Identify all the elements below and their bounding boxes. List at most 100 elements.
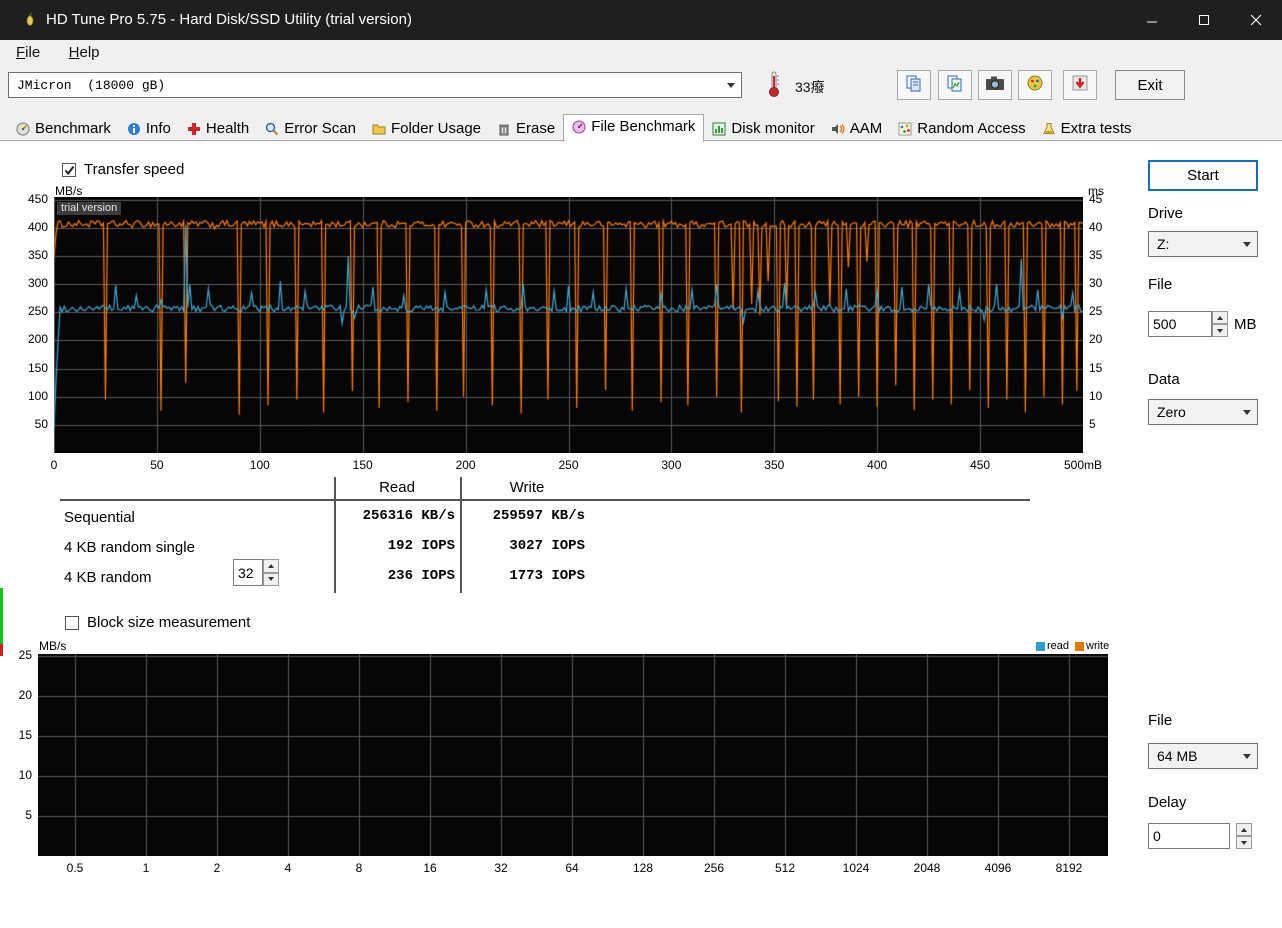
axis-tick-label: 300	[661, 458, 682, 472]
axis-tick-label: 100	[27, 388, 48, 403]
block-file-value: 64 MB	[1157, 748, 1198, 764]
tab-folder-usage[interactable]: Folder Usage	[364, 117, 489, 141]
transfer-speed-chart	[54, 197, 1083, 453]
start-button[interactable]: Start	[1148, 160, 1258, 191]
axis-tick-label: 4	[284, 861, 292, 875]
tab-label: File Benchmark	[591, 118, 696, 135]
drive-dropdown-value: Z:	[1157, 236, 1170, 252]
tab-health[interactable]: Health	[179, 117, 257, 141]
tab-aam[interactable]: AAM	[823, 117, 891, 141]
tab-random-access[interactable]: Random Access	[890, 117, 1033, 141]
random-write-value: 1773 IOPS	[509, 568, 585, 584]
row-label-sequential: Sequential	[64, 509, 135, 526]
write-legend-swatch	[1075, 642, 1084, 651]
block-file-dropdown[interactable]: 64 MB	[1148, 743, 1258, 769]
tab-label: Extra tests	[1060, 120, 1132, 137]
extra-tests-icon	[1042, 122, 1056, 136]
tab-label: Info	[145, 120, 171, 137]
tab-label: Health	[205, 120, 250, 137]
app-icon	[22, 12, 38, 28]
block-size-label: Block size measurement	[87, 614, 251, 631]
chart1-yaxis-unit: MB/s	[55, 184, 83, 198]
tab-disk-monitor[interactable]: Disk monitor	[704, 117, 822, 141]
exit-button[interactable]: Exit	[1115, 70, 1185, 100]
axis-tick-label: 150	[27, 360, 48, 375]
chevron-down-icon[interactable]	[1237, 744, 1257, 768]
stepper-down-icon[interactable]	[263, 572, 279, 586]
axis-tick-label: 35	[1089, 248, 1103, 263]
tab-info[interactable]: Info	[119, 117, 179, 141]
data-label: Data	[1148, 371, 1180, 388]
delay-input[interactable]	[1148, 823, 1230, 849]
appearance-button[interactable]	[1018, 70, 1052, 100]
delay-label: Delay	[1148, 794, 1187, 811]
stepper-down-icon[interactable]	[1212, 324, 1228, 337]
maximize-button[interactable]	[1178, 0, 1230, 40]
data-pattern-dropdown[interactable]: Zero	[1148, 399, 1258, 425]
read-legend-swatch	[1036, 642, 1045, 651]
copy-text-button[interactable]	[897, 70, 931, 100]
axis-tick-label: 40	[1089, 219, 1103, 234]
axis-tick-label: 20	[1089, 332, 1103, 347]
chevron-down-icon[interactable]	[1237, 400, 1257, 424]
menu-help[interactable]: Help	[57, 40, 112, 65]
axis-tick-label: 250	[27, 304, 48, 319]
copy-image-button[interactable]	[938, 70, 972, 100]
axis-tick-label: 5	[25, 808, 32, 822]
chevron-down-icon[interactable]	[721, 73, 741, 97]
tab-erase[interactable]: Erase	[489, 117, 563, 141]
menu-file[interactable]: File	[4, 40, 52, 65]
block-size-chart	[38, 654, 1108, 856]
palette-icon	[1026, 74, 1044, 97]
chart2-yaxis-unit: MB/s	[39, 639, 67, 653]
drive-dropdown[interactable]: Z:	[1148, 231, 1258, 257]
axis-tick-label: 32	[494, 861, 508, 875]
delay-stepper[interactable]	[1236, 823, 1252, 849]
drive-select-combo[interactable]: JMicron (18000 gB)	[8, 72, 742, 98]
tab-file-benchmark[interactable]: File Benchmark	[563, 114, 705, 142]
axis-tick-label: 1024	[842, 861, 870, 875]
axis-tick-label: 400	[27, 219, 48, 234]
axis-tick-label: 400	[867, 458, 888, 472]
axis-tick-label: 2	[213, 861, 221, 875]
block-size-checkbox[interactable]	[65, 616, 79, 630]
transfer-speed-checkbox[interactable]	[62, 163, 76, 177]
axis-tick-label: 64	[565, 861, 579, 875]
screenshot-button[interactable]	[978, 70, 1012, 100]
axis-tick-label: 45	[1089, 191, 1103, 206]
axis-tick-label: 450	[970, 458, 991, 472]
title-bar[interactable]: HD Tune Pro 5.75 - Hard Disk/SSD Utility…	[0, 0, 1282, 40]
queue-depth-input[interactable]	[233, 559, 263, 586]
axis-tick-label: 350	[27, 248, 48, 263]
stepper-up-icon[interactable]	[1236, 823, 1252, 836]
clipboard-copy-icon	[905, 74, 923, 97]
tab-error-scan[interactable]: Error Scan	[257, 117, 364, 141]
start-button-label: Start	[1187, 167, 1219, 184]
chevron-down-icon[interactable]	[1237, 232, 1257, 256]
minimize-button[interactable]	[1126, 0, 1178, 40]
tab-label: AAM	[849, 120, 883, 137]
thermometer-icon	[766, 70, 782, 103]
axis-tick-label: 50	[34, 416, 48, 431]
folder-usage-icon	[372, 122, 386, 136]
file-size-input[interactable]	[1148, 311, 1212, 337]
random-single-read-value: 192 IOPS	[387, 538, 455, 554]
stepper-up-icon[interactable]	[1212, 311, 1228, 324]
left-edge-red-indicator	[0, 644, 3, 656]
table-header-rule	[60, 499, 1030, 501]
left-edge-green-indicator	[0, 588, 3, 644]
close-button[interactable]	[1230, 0, 1282, 40]
info-icon	[127, 122, 141, 136]
tab-extra-tests[interactable]: Extra tests	[1034, 117, 1140, 141]
tab-benchmark[interactable]: Benchmark	[8, 117, 119, 141]
row-label-4kb-random: 4 KB random	[64, 569, 152, 586]
stepper-down-icon[interactable]	[1236, 836, 1252, 849]
data-pattern-value: Zero	[1157, 404, 1186, 420]
axis-tick-label: 30	[1089, 276, 1103, 291]
column-header-read: Read	[379, 479, 415, 496]
download-button[interactable]	[1063, 70, 1097, 100]
stepper-up-icon[interactable]	[263, 559, 279, 573]
queue-depth-stepper[interactable]	[263, 559, 279, 586]
random-single-write-value: 3027 IOPS	[509, 538, 585, 554]
file-size-stepper[interactable]	[1212, 311, 1228, 337]
